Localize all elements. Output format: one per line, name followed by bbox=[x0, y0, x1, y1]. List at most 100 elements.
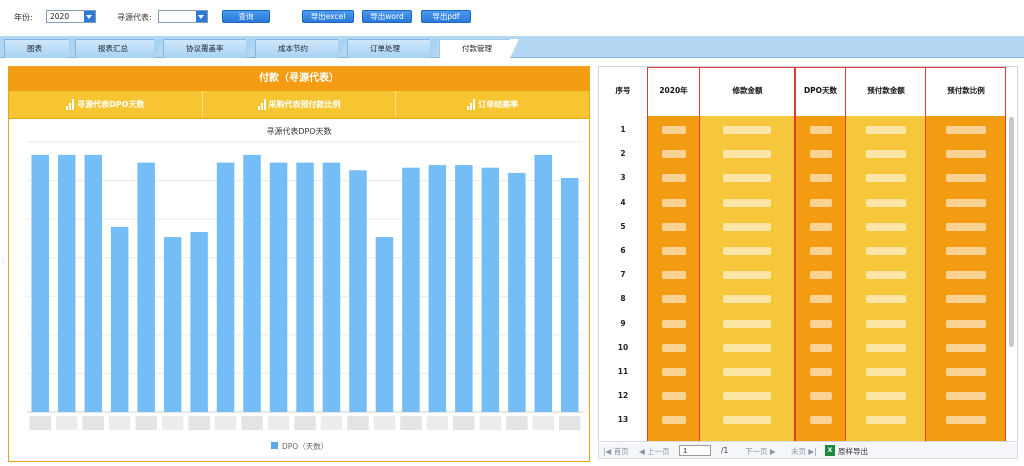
table-cell-redacted bbox=[946, 247, 986, 255]
dpo-bar-chart: 寻源代表DPO天数 DPO（天数） bbox=[9, 120, 589, 461]
year-select-value: 2020 bbox=[50, 12, 70, 21]
subtab-order-closure-rate[interactable]: 订单结案率 bbox=[396, 91, 589, 118]
table-cell-redacted bbox=[809, 295, 833, 304]
x-tick-label-redacted bbox=[506, 416, 528, 430]
x-tick-label-redacted bbox=[400, 416, 422, 430]
chevron-down-icon[interactable] bbox=[84, 11, 95, 22]
table-cell-redacted bbox=[662, 222, 686, 231]
first-page-button[interactable]: |◀ 首页 bbox=[603, 446, 629, 457]
chart-bar[interactable] bbox=[163, 237, 182, 412]
tab-agreement-coverage[interactable]: 协议覆盖率 bbox=[163, 39, 255, 58]
row-index: 14 bbox=[599, 440, 647, 441]
chart-bar[interactable] bbox=[190, 232, 208, 412]
chart-bar[interactable] bbox=[561, 178, 579, 412]
chart-bar[interactable] bbox=[58, 154, 76, 412]
x-tick-label-redacted bbox=[214, 416, 237, 430]
header-prepayment-ratio[interactable]: 预付款比例 bbox=[926, 67, 1006, 115]
tab-cost-saving[interactable]: 成本节约 bbox=[255, 39, 347, 58]
row-index: 3 bbox=[620, 173, 626, 183]
x-tick-label-redacted bbox=[347, 416, 369, 430]
export-pdf-button[interactable]: 导出pdf bbox=[421, 10, 471, 23]
tab-order-processing[interactable]: 订单处理 bbox=[347, 39, 439, 58]
row-index: 7 bbox=[620, 270, 626, 280]
chart-bar[interactable] bbox=[31, 154, 50, 412]
next-page-label: 下一页 bbox=[745, 447, 768, 456]
export-word-button[interactable]: 导出word bbox=[362, 10, 412, 23]
subtab-prepayment-ratio[interactable]: 采购代表预付款比例 bbox=[203, 91, 397, 118]
chart-bar[interactable] bbox=[375, 237, 394, 412]
table-cell-redacted bbox=[866, 368, 906, 376]
table-cell-redacted bbox=[866, 126, 906, 134]
table-cell-redacted bbox=[809, 150, 833, 159]
vertical-scrollbar[interactable] bbox=[1009, 117, 1014, 347]
chart-bar[interactable] bbox=[216, 162, 235, 412]
page-number-input[interactable] bbox=[679, 445, 711, 456]
row-index: 6 bbox=[620, 246, 626, 255]
tab-chart[interactable]: 图表 bbox=[4, 39, 78, 58]
chart-bar[interactable] bbox=[428, 165, 447, 412]
legend-swatch bbox=[271, 442, 278, 449]
table-cell-redacted bbox=[946, 174, 986, 183]
header-year[interactable]: 2020年 bbox=[647, 67, 700, 115]
header-prepayment-amount[interactable]: 预付款金额 bbox=[846, 67, 926, 115]
prev-page-label: 上一页 bbox=[647, 447, 670, 456]
bar-chart-icon bbox=[467, 99, 476, 110]
tab-payment-management[interactable]: 付款管理 bbox=[439, 39, 519, 58]
chart-bar[interactable] bbox=[110, 226, 129, 412]
chart-bar[interactable] bbox=[84, 154, 103, 412]
export-as-is-button[interactable]: 原样导出 bbox=[838, 446, 868, 457]
row-index: 4 bbox=[620, 197, 626, 207]
export-excel-button[interactable]: 导出excel bbox=[302, 10, 354, 23]
row-index: 12 bbox=[617, 391, 629, 401]
row-index: 2 bbox=[620, 149, 626, 159]
chart-bar[interactable] bbox=[402, 167, 420, 412]
chart-bar[interactable] bbox=[349, 170, 367, 412]
header-dpo-days[interactable]: DPO天数 bbox=[795, 67, 846, 115]
query-button[interactable]: 查询 bbox=[222, 10, 270, 23]
chart-bar[interactable] bbox=[269, 162, 288, 412]
x-tick-label-redacted bbox=[29, 416, 51, 430]
table-cell-redacted bbox=[946, 319, 986, 328]
payment-table: 序号 2020年 修款金额 DPO天数 预付款金额 预付款比例 12345678… bbox=[598, 66, 1018, 442]
subtab-dpo-days[interactable]: 寻源代表DPO天数 bbox=[9, 91, 203, 118]
tab-label: 协议覆盖率 bbox=[186, 44, 224, 53]
table-cell-redacted bbox=[866, 174, 906, 183]
chart-bar[interactable] bbox=[534, 154, 553, 412]
table-cell-redacted bbox=[723, 198, 771, 207]
tab-label: 付款管理 bbox=[462, 44, 492, 53]
table-cell-redacted bbox=[809, 247, 833, 255]
sourcing-rep-select[interactable] bbox=[158, 10, 208, 23]
year-select[interactable]: 2020 bbox=[46, 10, 96, 23]
header-index[interactable]: 序号 bbox=[599, 67, 647, 115]
table-cell-redacted bbox=[662, 247, 686, 255]
prev-page-button[interactable]: ◀ 上一页 bbox=[639, 446, 670, 457]
excel-icon[interactable]: X bbox=[825, 445, 835, 456]
tab-report-summary[interactable]: 报表汇总 bbox=[75, 39, 163, 58]
next-page-button[interactable]: 下一页 ▶ bbox=[745, 446, 776, 457]
table-cell-redacted bbox=[723, 416, 771, 425]
table-cell-redacted bbox=[809, 222, 833, 231]
chevron-down-icon[interactable] bbox=[196, 11, 207, 22]
row-index: 11 bbox=[617, 367, 629, 376]
chart-bar[interactable] bbox=[508, 172, 526, 412]
chart-bar[interactable] bbox=[137, 162, 155, 412]
last-page-button[interactable]: 末页 ▶| bbox=[791, 446, 817, 457]
table-cell-redacted bbox=[809, 416, 833, 425]
chart-bar[interactable] bbox=[455, 165, 473, 412]
chart-bar[interactable] bbox=[481, 167, 500, 412]
table-cell-redacted bbox=[946, 416, 986, 425]
table-cell-redacted bbox=[662, 416, 686, 425]
chart-title: 寻源代表DPO天数 bbox=[266, 126, 331, 136]
table-cell-redacted bbox=[946, 222, 986, 231]
chart-bar[interactable] bbox=[296, 162, 314, 412]
chart-bar[interactable] bbox=[243, 154, 261, 412]
table-cell-redacted bbox=[866, 392, 906, 401]
table-pager: |◀ 首页 ◀ 上一页 /1 下一页 ▶ 末页 ▶| X 原样导出 bbox=[598, 443, 1018, 459]
legend-label[interactable]: DPO（天数） bbox=[282, 441, 328, 451]
header-payment-amount[interactable]: 修款金额 bbox=[700, 67, 795, 115]
panel-resize-handle[interactable]: ⋮ bbox=[0, 258, 6, 270]
tab-label: 图表 bbox=[27, 44, 42, 53]
table-cell-redacted bbox=[662, 392, 686, 401]
chart-bar[interactable] bbox=[322, 162, 341, 412]
row-index: 8 bbox=[620, 294, 626, 304]
